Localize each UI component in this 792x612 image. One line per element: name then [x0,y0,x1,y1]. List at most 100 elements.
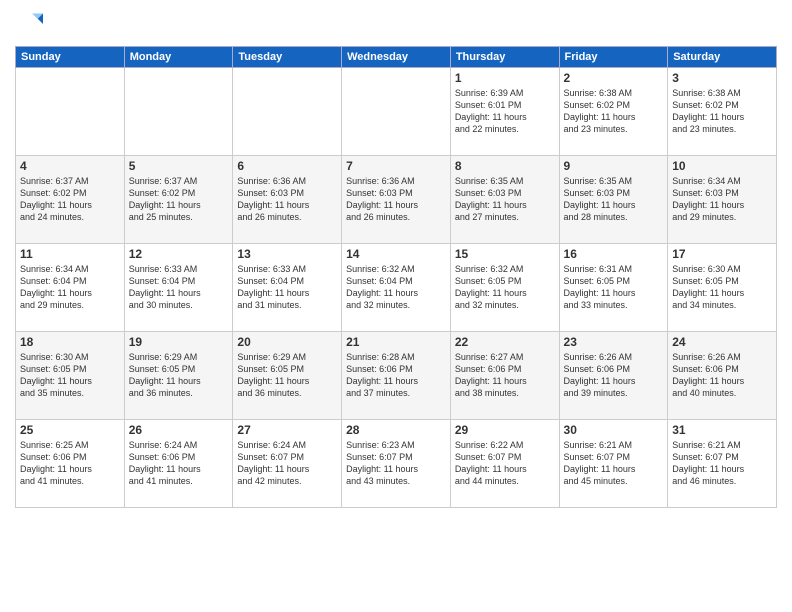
day-info: Sunrise: 6:36 AM Sunset: 6:03 PM Dayligh… [346,175,446,224]
calendar-week-row: 25 Sunrise: 6:25 AM Sunset: 6:06 PM Dayli… [16,420,777,508]
day-info: Sunrise: 6:32 AM Sunset: 6:05 PM Dayligh… [455,263,555,312]
calendar-cell: 30 Sunrise: 6:21 AM Sunset: 6:07 PM Dayli… [559,420,668,508]
day-info: Sunrise: 6:24 AM Sunset: 6:06 PM Dayligh… [129,439,229,488]
day-number: 18 [20,335,120,349]
day-info: Sunrise: 6:34 AM Sunset: 6:04 PM Dayligh… [20,263,120,312]
day-number: 27 [237,423,337,437]
day-number: 2 [564,71,664,85]
day-info: Sunrise: 6:31 AM Sunset: 6:05 PM Dayligh… [564,263,664,312]
day-number: 1 [455,71,555,85]
calendar-cell [233,68,342,156]
day-info: Sunrise: 6:27 AM Sunset: 6:06 PM Dayligh… [455,351,555,400]
calendar-cell: 10 Sunrise: 6:34 AM Sunset: 6:03 PM Dayli… [668,156,777,244]
calendar-cell: 7 Sunrise: 6:36 AM Sunset: 6:03 PM Daylig… [342,156,451,244]
day-number: 5 [129,159,229,173]
calendar-cell: 9 Sunrise: 6:35 AM Sunset: 6:03 PM Daylig… [559,156,668,244]
calendar-cell: 24 Sunrise: 6:26 AM Sunset: 6:06 PM Dayli… [668,332,777,420]
day-info: Sunrise: 6:21 AM Sunset: 6:07 PM Dayligh… [564,439,664,488]
day-info: Sunrise: 6:26 AM Sunset: 6:06 PM Dayligh… [564,351,664,400]
calendar-cell: 19Sunrise: 6:29 AM Sunset: 6:05 PM Dayli… [124,332,233,420]
day-info: Sunrise: 6:35 AM Sunset: 6:03 PM Dayligh… [564,175,664,224]
day-info: Sunrise: 6:29 AM Sunset: 6:05 PM Dayligh… [237,351,337,400]
day-number: 4 [20,159,120,173]
day-number: 21 [346,335,446,349]
calendar-cell: 13 Sunrise: 6:33 AM Sunset: 6:04 PM Dayli… [233,244,342,332]
day-number: 25 [20,423,120,437]
calendar-cell: 21 Sunrise: 6:28 AM Sunset: 6:06 PM Dayli… [342,332,451,420]
day-info: Sunrise: 6:30 AM Sunset: 6:05 PM Dayligh… [20,351,120,400]
calendar-page: SundayMondayTuesdayWednesdayThursdayFrid… [0,0,792,612]
calendar-cell: 27 Sunrise: 6:24 AM Sunset: 6:07 PM Dayli… [233,420,342,508]
weekday-header: Friday [559,47,668,68]
day-info: Sunrise: 6:37 AM Sunset: 6:02 PM Dayligh… [20,175,120,224]
day-info: Sunrise: 6:37 AM Sunset: 6:02 PM Dayligh… [129,175,229,224]
calendar-cell: 1 Sunrise: 6:39 AM Sunset: 6:01 PM Daylig… [450,68,559,156]
calendar-cell: 3 Sunrise: 6:38 AM Sunset: 6:02 PM Daylig… [668,68,777,156]
day-number: 10 [672,159,772,173]
day-number: 6 [237,159,337,173]
calendar-cell: 8Sunrise: 6:35 AM Sunset: 6:03 PM Daylig… [450,156,559,244]
calendar-week-row: 4 Sunrise: 6:37 AM Sunset: 6:02 PM Daylig… [16,156,777,244]
day-number: 17 [672,247,772,261]
day-info: Sunrise: 6:25 AM Sunset: 6:06 PM Dayligh… [20,439,120,488]
day-info: Sunrise: 6:28 AM Sunset: 6:06 PM Dayligh… [346,351,446,400]
day-info: Sunrise: 6:36 AM Sunset: 6:03 PM Dayligh… [237,175,337,224]
day-number: 13 [237,247,337,261]
day-number: 9 [564,159,664,173]
calendar-cell: 29 Sunrise: 6:22 AM Sunset: 6:07 PM Dayli… [450,420,559,508]
day-number: 3 [672,71,772,85]
weekday-header: Thursday [450,47,559,68]
calendar-cell: 26Sunrise: 6:24 AM Sunset: 6:06 PM Dayli… [124,420,233,508]
day-number: 29 [455,423,555,437]
calendar-week-row: 18 Sunrise: 6:30 AM Sunset: 6:05 PM Dayli… [16,332,777,420]
calendar-cell: 28 Sunrise: 6:23 AM Sunset: 6:07 PM Dayli… [342,420,451,508]
weekday-header-row: SundayMondayTuesdayWednesdayThursdayFrid… [16,47,777,68]
day-info: Sunrise: 6:34 AM Sunset: 6:03 PM Dayligh… [672,175,772,224]
logo-icon [15,10,43,38]
day-number: 15 [455,247,555,261]
day-info: Sunrise: 6:39 AM Sunset: 6:01 PM Dayligh… [455,87,555,136]
day-info: Sunrise: 6:21 AM Sunset: 6:07 PM Dayligh… [672,439,772,488]
day-info: Sunrise: 6:22 AM Sunset: 6:07 PM Dayligh… [455,439,555,488]
day-number: 20 [237,335,337,349]
calendar-cell: 23 Sunrise: 6:26 AM Sunset: 6:06 PM Dayli… [559,332,668,420]
day-info: Sunrise: 6:38 AM Sunset: 6:02 PM Dayligh… [672,87,772,136]
day-number: 31 [672,423,772,437]
day-info: Sunrise: 6:30 AM Sunset: 6:05 PM Dayligh… [672,263,772,312]
calendar-cell [16,68,125,156]
calendar-cell: 2 Sunrise: 6:38 AM Sunset: 6:02 PM Daylig… [559,68,668,156]
calendar-cell: 12Sunrise: 6:33 AM Sunset: 6:04 PM Dayli… [124,244,233,332]
calendar-cell: 22Sunrise: 6:27 AM Sunset: 6:06 PM Dayli… [450,332,559,420]
day-info: Sunrise: 6:33 AM Sunset: 6:04 PM Dayligh… [237,263,337,312]
day-number: 16 [564,247,664,261]
calendar-cell: 15 Sunrise: 6:32 AM Sunset: 6:05 PM Dayli… [450,244,559,332]
day-number: 7 [346,159,446,173]
calendar-cell: 17 Sunrise: 6:30 AM Sunset: 6:05 PM Dayli… [668,244,777,332]
day-info: Sunrise: 6:24 AM Sunset: 6:07 PM Dayligh… [237,439,337,488]
weekday-header: Monday [124,47,233,68]
day-number: 14 [346,247,446,261]
calendar-cell: 6 Sunrise: 6:36 AM Sunset: 6:03 PM Daylig… [233,156,342,244]
day-number: 24 [672,335,772,349]
calendar-cell: 20 Sunrise: 6:29 AM Sunset: 6:05 PM Dayli… [233,332,342,420]
day-number: 30 [564,423,664,437]
calendar-week-row: 11 Sunrise: 6:34 AM Sunset: 6:04 PM Dayli… [16,244,777,332]
day-number: 23 [564,335,664,349]
weekday-header: Wednesday [342,47,451,68]
day-info: Sunrise: 6:38 AM Sunset: 6:02 PM Dayligh… [564,87,664,136]
calendar-cell: 14Sunrise: 6:32 AM Sunset: 6:04 PM Dayli… [342,244,451,332]
calendar-cell [342,68,451,156]
calendar-cell: 31 Sunrise: 6:21 AM Sunset: 6:07 PM Dayli… [668,420,777,508]
calendar-cell: 18 Sunrise: 6:30 AM Sunset: 6:05 PM Dayli… [16,332,125,420]
weekday-header: Tuesday [233,47,342,68]
day-number: 28 [346,423,446,437]
day-info: Sunrise: 6:23 AM Sunset: 6:07 PM Dayligh… [346,439,446,488]
day-number: 8 [455,159,555,173]
day-number: 11 [20,247,120,261]
day-info: Sunrise: 6:26 AM Sunset: 6:06 PM Dayligh… [672,351,772,400]
weekday-header: Sunday [16,47,125,68]
calendar-cell: 5 Sunrise: 6:37 AM Sunset: 6:02 PM Daylig… [124,156,233,244]
day-number: 12 [129,247,229,261]
calendar-table: SundayMondayTuesdayWednesdayThursdayFrid… [15,46,777,508]
logo [15,10,47,38]
